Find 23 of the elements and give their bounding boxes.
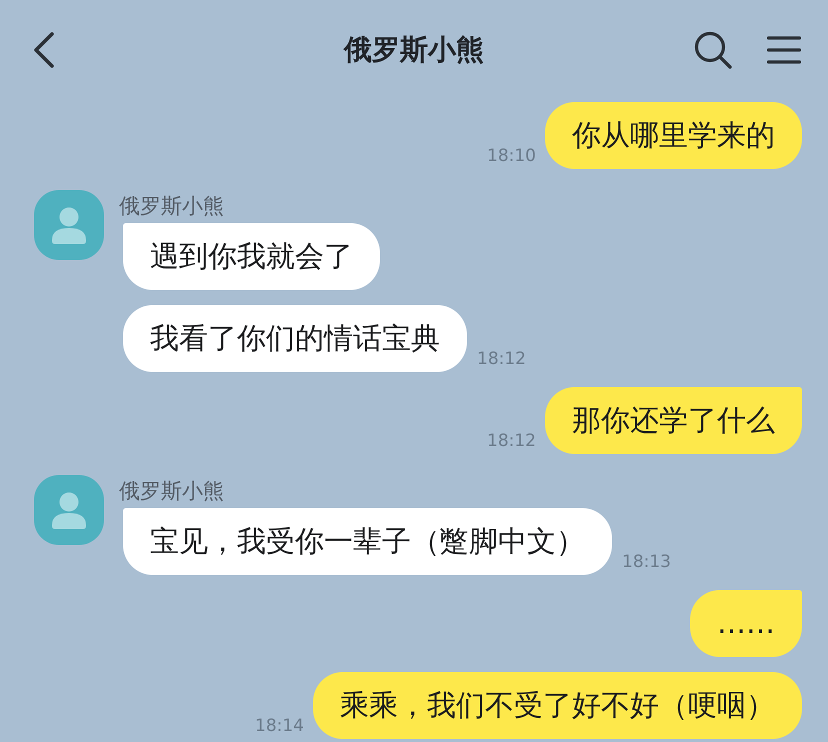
avatar-icon [34, 475, 104, 545]
avatar-icon [34, 190, 104, 260]
chat-title: 俄罗斯小熊 [344, 32, 484, 68]
message-bubble: 遇到你我就会了 [123, 223, 380, 290]
message-time: 18:12 [477, 349, 526, 369]
search-button[interactable] [694, 31, 732, 69]
message-time: 18:10 [487, 146, 536, 166]
message-bubble: 你从哪里学来的 [545, 102, 802, 169]
message-time: 18:14 [255, 716, 304, 736]
chevron-left-icon [33, 32, 55, 68]
sender-name: 俄罗斯小熊 [119, 193, 224, 220]
message-bubble: 宝见，我受你一辈子（蹩脚中文） [123, 508, 612, 575]
back-button[interactable] [33, 32, 55, 68]
message-time: 18:12 [487, 431, 536, 451]
menu-button[interactable] [767, 36, 801, 64]
menu-icon [767, 36, 801, 64]
message-time: 18:13 [622, 552, 671, 572]
sender-name: 俄罗斯小熊 [119, 478, 224, 505]
message-bubble: …… [690, 590, 802, 657]
message-bubble: 乘乘，我们不受了好不好（哽咽） [313, 672, 802, 739]
message-bubble: 我看了你们的情话宝典 [123, 305, 467, 372]
search-icon [694, 31, 732, 69]
message-bubble: 那你还学了什么 [545, 387, 802, 454]
